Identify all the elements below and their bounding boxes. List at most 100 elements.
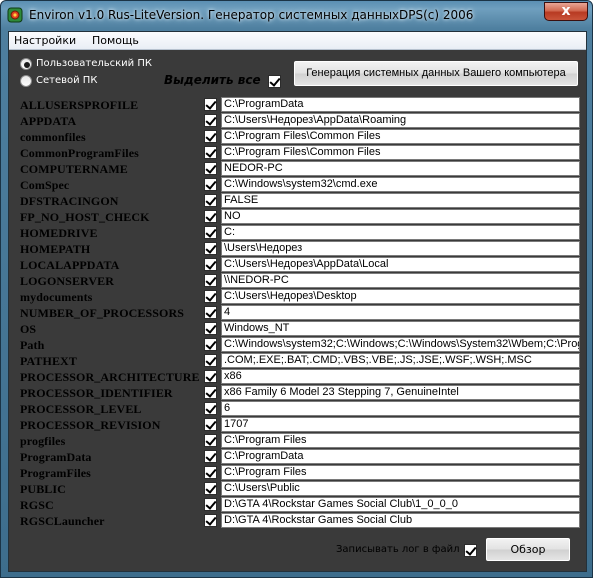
radio-network-pc-label[interactable]: Сетевой ПК	[36, 75, 97, 86]
variable-name: OS	[20, 322, 37, 336]
variable-name: PROCESSOR_REVISION	[20, 418, 161, 432]
variable-name: progfiles	[20, 434, 66, 448]
variable-name: HOMEDRIVE	[20, 226, 98, 240]
variable-checkbox[interactable]	[204, 274, 217, 287]
menu-settings[interactable]: Настройки	[14, 34, 76, 47]
variable-value-field[interactable]: C:\Users\Недорез\Desktop	[221, 289, 580, 304]
variable-checkbox[interactable]	[204, 466, 217, 479]
variable-value-field[interactable]: C:\ProgramData	[221, 97, 580, 112]
variable-value-field[interactable]: NEDOR-PC	[221, 161, 580, 176]
variable-checkbox[interactable]	[204, 434, 217, 447]
variable-value-field[interactable]: \\NEDOR-PC	[221, 273, 580, 288]
variable-name: RGSCLauncher	[20, 514, 105, 528]
variable-checkbox[interactable]	[204, 114, 217, 127]
variable-value-field[interactable]: x86	[221, 369, 580, 384]
variable-value-field[interactable]: C:\Users\Недорез\AppData\Roaming	[221, 113, 580, 128]
variable-value-field[interactable]: 4	[221, 305, 580, 320]
variable-checkbox[interactable]	[204, 258, 217, 271]
client-area: Настройки Помощь Пользовательский ПК Сет…	[8, 31, 587, 572]
variable-value-field[interactable]: D:\GTA 4\Rockstar Games Social Club	[221, 513, 580, 528]
variable-name: PUBLIC	[20, 482, 66, 496]
variable-checkbox[interactable]	[204, 450, 217, 463]
close-button[interactable]: x	[544, 2, 588, 21]
variable-name: LOGONSERVER	[20, 274, 115, 288]
variable-checkbox[interactable]	[204, 242, 217, 255]
variable-name: PROCESSOR_LEVEL	[20, 402, 142, 416]
variable-checkbox[interactable]	[204, 162, 217, 175]
variable-checkbox[interactable]	[204, 98, 217, 111]
radio-button-icon	[20, 75, 32, 87]
variable-name: RGSC	[20, 498, 54, 512]
variable-checkbox[interactable]	[204, 402, 217, 415]
variable-name: APPDATA	[20, 114, 77, 128]
variable-checkbox[interactable]	[204, 194, 217, 207]
variable-value-field[interactable]: .COM;.EXE;.BAT;.CMD;.VBS;.VBE;.JS;.JSE;.…	[221, 353, 580, 368]
variable-name: ComSpec	[20, 178, 70, 192]
variable-value-field[interactable]: C:\Program Files\Common Files	[221, 145, 580, 160]
variable-checkbox[interactable]	[204, 178, 217, 191]
variable-checkbox[interactable]	[204, 306, 217, 319]
variable-checkbox[interactable]	[204, 226, 217, 239]
variable-checkbox[interactable]	[204, 354, 217, 367]
variable-value-field[interactable]: C:\Windows\system32;C:\Windows;C:\Window…	[221, 337, 580, 352]
menu-help[interactable]: Помощь	[92, 34, 139, 47]
variable-checkbox[interactable]	[204, 514, 217, 527]
variable-value-field[interactable]: D:\GTA 4\Rockstar Games Social Club\1_0_…	[221, 497, 580, 512]
variable-value-field[interactable]: C:	[221, 225, 580, 240]
radio-button-icon	[20, 58, 32, 70]
variable-checkbox[interactable]	[204, 498, 217, 511]
app-window: Environ v1.0 Rus-LiteVersion. Генератор …	[0, 0, 593, 578]
variable-value-field[interactable]: FALSE	[221, 193, 580, 208]
variable-checkbox[interactable]	[204, 386, 217, 399]
variable-value-field[interactable]: \Users\Недорез	[221, 241, 580, 256]
variable-checkbox[interactable]	[204, 482, 217, 495]
menu-bar: Настройки Помощь	[9, 32, 586, 50]
variable-value-field[interactable]: NO	[221, 209, 580, 224]
variable-checkbox[interactable]	[204, 290, 217, 303]
radio-user-pc-label[interactable]: Пользовательский ПК	[36, 58, 152, 69]
variable-value-field[interactable]: C:\Users\Недорез\AppData\Local	[221, 257, 580, 272]
variable-name: ProgramData	[20, 450, 92, 464]
browse-button[interactable]: Обзор	[485, 537, 571, 562]
variable-checkbox[interactable]	[204, 370, 217, 383]
radio-user-pc[interactable]	[20, 58, 34, 72]
variable-checkbox[interactable]	[204, 146, 217, 159]
variable-value-field[interactable]: Windows_NT	[221, 321, 580, 336]
radio-selected-dot	[24, 62, 30, 68]
variable-name: CommonProgramFiles	[20, 146, 139, 160]
variable-name: ProgramFiles	[20, 466, 91, 480]
variable-checkbox[interactable]	[204, 338, 217, 351]
variable-value-field[interactable]: C:\Program Files\Common Files	[221, 129, 580, 144]
variable-name: commonfiles	[20, 130, 86, 144]
variable-value-field[interactable]: 6	[221, 401, 580, 416]
title-bar[interactable]: Environ v1.0 Rus-LiteVersion. Генератор …	[1, 1, 593, 31]
variable-name: LOCALAPPDATA	[20, 258, 120, 272]
variable-name: PROCESSOR_IDENTIFIER	[20, 386, 173, 400]
copyright-text: DPS(c) 2006	[399, 8, 474, 22]
variable-name: HOMEPATH	[20, 242, 91, 256]
variable-value-field[interactable]: C:\ProgramData	[221, 449, 580, 464]
select-all-checkbox[interactable]	[268, 75, 281, 88]
variable-name: NUMBER_OF_PROCESSORS	[20, 306, 185, 320]
variable-checkbox[interactable]	[204, 130, 217, 143]
variable-value-field[interactable]: C:\Windows\system32\cmd.exe	[221, 177, 580, 192]
variable-name: COMPUTERNAME	[20, 162, 128, 176]
variable-checkbox[interactable]	[204, 210, 217, 223]
variable-value-field[interactable]: C:\Program Files	[221, 433, 580, 448]
variable-name: PROCESSOR_ARCHITECTURE	[20, 370, 200, 384]
variable-checkbox[interactable]	[204, 418, 217, 431]
variable-value-field[interactable]: x86 Family 6 Model 23 Stepping 7, Genuin…	[221, 385, 580, 400]
variable-checkbox[interactable]	[204, 322, 217, 335]
variable-name: ALLUSERSPROFILE	[20, 98, 139, 112]
log-to-file-label: Записывать лог в файл	[336, 544, 460, 555]
variable-value-field[interactable]: C:\Program Files	[221, 465, 580, 480]
radio-network-pc[interactable]	[20, 75, 34, 89]
variable-value-field[interactable]: C:\Users\Public	[221, 481, 580, 496]
variable-name: PATHEXT	[20, 354, 77, 368]
close-icon: x	[561, 3, 571, 19]
log-to-file-checkbox[interactable]	[464, 544, 477, 557]
variable-value-field[interactable]: 1707	[221, 417, 580, 432]
generate-button[interactable]: Генерация системных данных Вашего компью…	[293, 60, 579, 87]
window-title: Environ v1.0 Rus-LiteVersion. Генератор …	[29, 8, 403, 22]
variable-name: FP_NO_HOST_CHECK	[20, 210, 150, 224]
